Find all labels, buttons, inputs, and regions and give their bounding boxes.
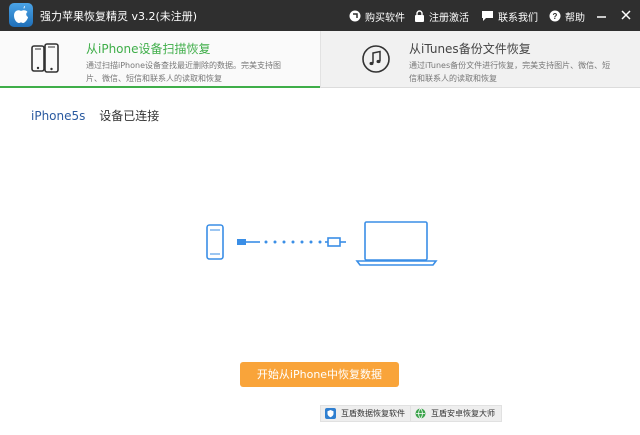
contact-us-label: 联系我们 (498, 12, 538, 24)
shield-icon (325, 408, 336, 419)
help-button[interactable]: ? 帮助 (549, 8, 585, 24)
footer-link-label: 互盾数据恢复软件 (341, 409, 405, 418)
itunes-music-icon (362, 45, 390, 73)
phone-illustration-icon (206, 224, 224, 260)
register-label: 注册激活 (429, 12, 469, 24)
footer-link-android-recovery[interactable]: 互盾安卓恢复大师 (410, 405, 502, 422)
connection-illustration (206, 221, 438, 266)
contact-us-button[interactable]: 联系我们 (481, 8, 538, 24)
minimize-button[interactable] (594, 7, 610, 23)
iphone-pair-icon (31, 43, 59, 73)
recovery-mode-bar: 从iPhone设备扫描恢复 通过扫描iPhone设备查找最近删除的数据。完美支持… (0, 31, 640, 88)
tab-iphone-scan[interactable]: 从iPhone设备扫描恢复 通过扫描iPhone设备查找最近删除的数据。完美支持… (0, 31, 320, 88)
footer-link-data-recovery[interactable]: 互盾数据恢复软件 (320, 405, 412, 422)
title-bar: 强力苹果恢复精灵 v3.2(未注册) 购买软件 注册激活 联系我们 ? 帮助 (0, 0, 640, 31)
mode-title-iphone: 从iPhone设备扫描恢复 (86, 42, 211, 56)
mode-title-itunes: 从iTunes备份文件恢复 (409, 42, 531, 56)
buy-software-button[interactable]: 购买软件 (349, 8, 405, 24)
close-icon (621, 10, 631, 20)
chat-icon (482, 11, 493, 21)
app-logo (9, 3, 33, 27)
minimize-icon (597, 16, 606, 18)
buy-software-label: 购买软件 (365, 12, 405, 24)
mode-desc-itunes: 通过iTunes备份文件进行恢复，完美支持图片、微信、短信和联系人的读取和恢复 (409, 61, 611, 83)
tab-itunes-backup[interactable]: 从iTunes备份文件恢复 通过iTunes备份文件进行恢复，完美支持图片、微信… (320, 31, 640, 88)
close-button[interactable] (618, 7, 634, 23)
register-button[interactable]: 注册激活 (414, 8, 469, 24)
connection-status: 设备已连接 (99, 109, 160, 123)
laptop-illustration-icon (355, 221, 438, 266)
app-title: 强力苹果恢复精灵 v3.2(未注册) (40, 10, 198, 23)
lock-icon (415, 10, 424, 22)
help-label: 帮助 (565, 12, 585, 24)
mode-desc-iphone: 通过扫描iPhone设备查找最近删除的数据。完美支持图片、微信、短信和联系人的读… (86, 61, 282, 83)
svg-text:?: ? (553, 12, 558, 21)
help-icon: ? (549, 10, 561, 22)
footer-link-label: 互盾安卓恢复大师 (431, 409, 495, 418)
usb-cable-icon (237, 237, 346, 247)
device-name: iPhone5s (31, 109, 86, 123)
start-recovery-button[interactable]: 开始从iPhone中恢复数据 (240, 362, 399, 387)
device-status: iPhone5s 设备已连接 (31, 107, 159, 124)
tag-icon (349, 10, 361, 22)
globe-icon (415, 408, 426, 419)
